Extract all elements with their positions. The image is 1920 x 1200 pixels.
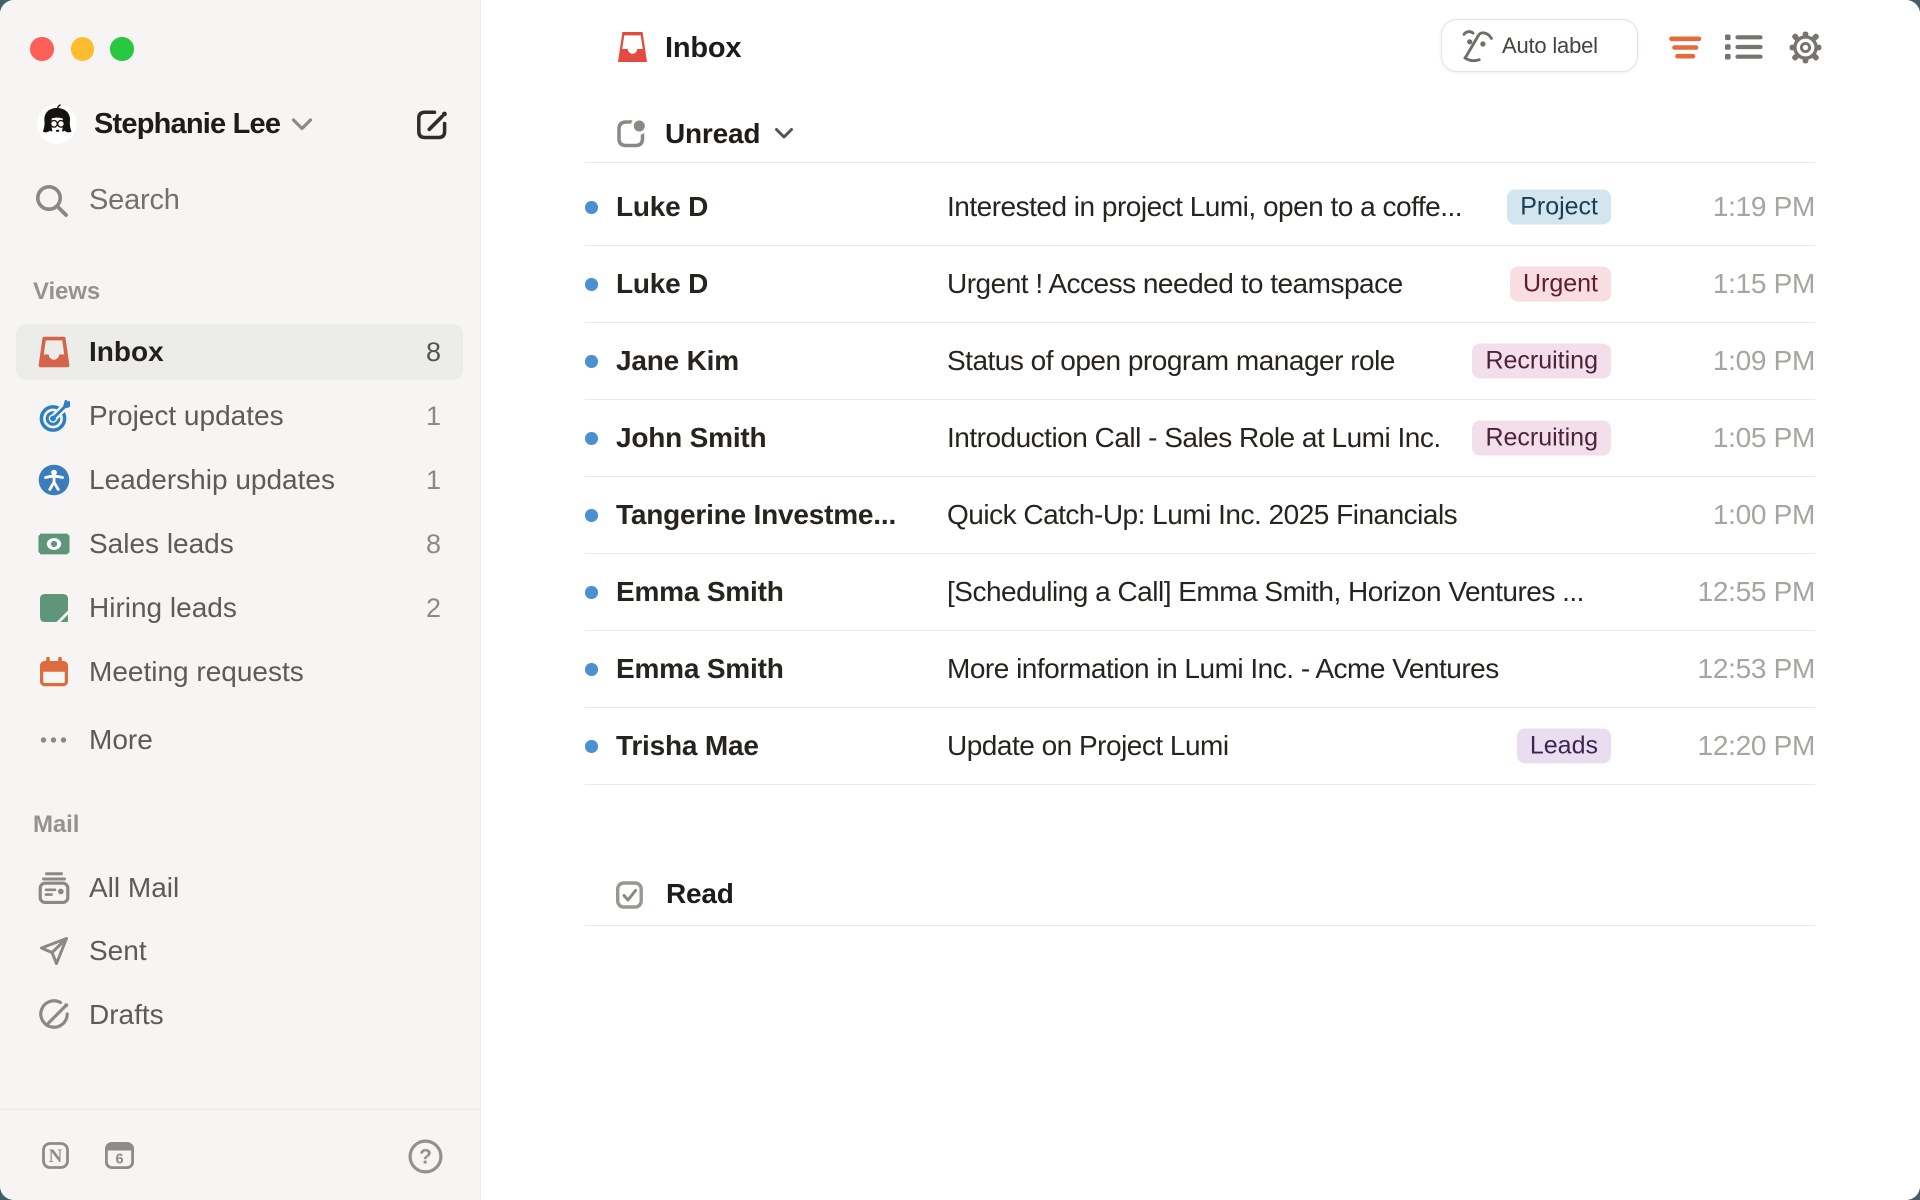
svg-text:?: ? [419,1146,432,1169]
svg-text:N: N [49,1146,63,1167]
svg-text:6: 6 [115,1152,123,1168]
